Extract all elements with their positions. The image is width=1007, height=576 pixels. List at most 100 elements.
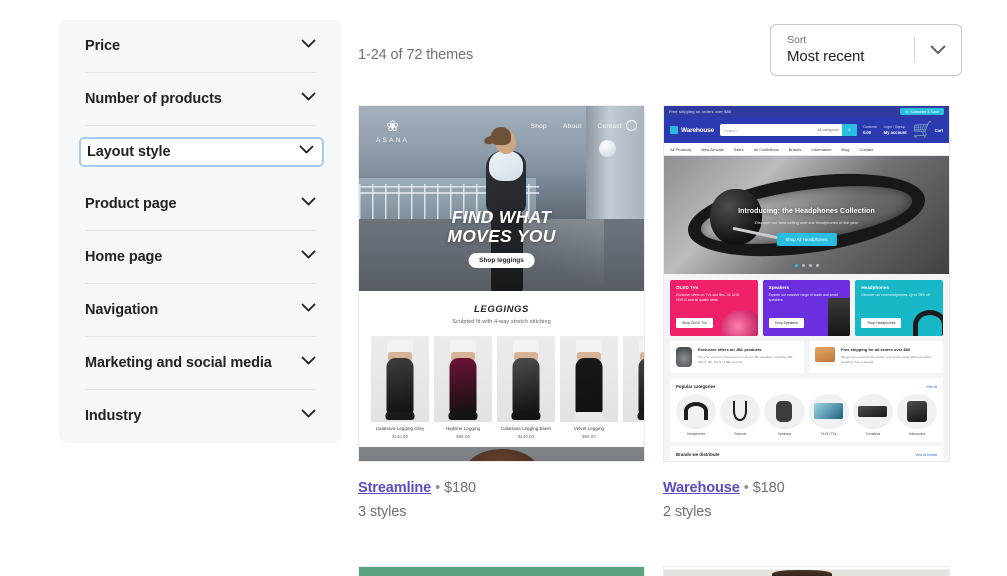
chevron-down-icon[interactable]: [301, 92, 316, 107]
theme-name-link[interactable]: Warehouse: [663, 480, 740, 496]
chevron-down-icon[interactable]: [301, 409, 316, 424]
carousel-dot-2[interactable]: [802, 264, 805, 267]
promo-tiles: OLED TVsExclusive offers on TVs and file…: [664, 274, 949, 336]
search-category-select[interactable]: All categories: [817, 128, 839, 132]
lotus-icon: ❀: [376, 120, 409, 134]
nav-item[interactable]: All Products: [670, 147, 691, 152]
carousel-dot-1[interactable]: [795, 264, 798, 267]
theme-name-link[interactable]: Streamline: [358, 480, 431, 496]
legging-silhouette: [387, 358, 414, 414]
nav-item-contact[interactable]: Contact: [597, 123, 622, 130]
chevron-down-icon[interactable]: [301, 197, 316, 212]
theme-preview-partial[interactable]: [663, 566, 950, 576]
tile-button[interactable]: Shop OLED TVs: [676, 318, 713, 328]
logo-mark-icon: [670, 126, 678, 134]
nav-item[interactable]: All Collections: [754, 147, 779, 152]
category-item[interactable]: Turntables: [853, 394, 893, 436]
filter-label: Number of products: [85, 92, 222, 107]
cart-icon[interactable]: [626, 120, 637, 131]
filter-row-navigation[interactable]: Navigation: [85, 284, 316, 337]
filter-row-product-page[interactable]: Product page: [85, 178, 316, 231]
product-card[interactable]: Calatrava Legging Grey$140.00: [371, 336, 429, 439]
chevron-down-icon[interactable]: [301, 303, 316, 318]
subscribe-label: Subscribe & Save: [910, 110, 939, 114]
nav-item-shop[interactable]: Shop: [531, 123, 547, 130]
filter-row-industry[interactable]: Industry: [85, 390, 316, 443]
legging-silhouette: [513, 358, 540, 414]
category-item[interactable]: Headphones: [676, 394, 716, 436]
sort-dropdown[interactable]: Sort Most recent: [770, 24, 962, 76]
headphone-earcup: [710, 189, 762, 245]
category-label: Speakers: [764, 429, 804, 436]
category-art: [684, 402, 708, 420]
theme-grid: ❀ ASANA Shop About Contact FIND WHAT MOV…: [358, 105, 950, 521]
chevron-down-icon[interactable]: [301, 356, 316, 371]
products-section-title: LEGGINGS: [359, 304, 644, 315]
subscribe-button[interactable]: ✉ Subscribe & Save: [900, 108, 944, 115]
filter-row-home-page[interactable]: Home page: [85, 231, 316, 284]
tile-button[interactable]: Shop Headphones: [861, 318, 901, 328]
nav-item[interactable]: Blog: [841, 147, 849, 152]
promo-tile[interactable]: HeadphonesDiscover our new headphones. U…: [855, 280, 943, 336]
search-icon[interactable]: ⌕: [842, 124, 857, 136]
product-image: [497, 336, 555, 422]
theme-store-page: Price Number of products Layout style Produ…: [0, 0, 1007, 576]
tile-button[interactable]: Shop Speakers: [769, 318, 804, 328]
streamline-hero: ❀ ASANA Shop About Contact FIND WHAT MOV…: [359, 106, 644, 291]
hero-cta-button[interactable]: Shop All Headphones: [776, 233, 836, 246]
filter-row-number-of-products[interactable]: Number of products: [85, 73, 316, 126]
model-shoes: [575, 412, 604, 420]
brands-view-all-link[interactable]: View all brands: [915, 453, 937, 457]
cart-label: Cart: [935, 128, 943, 133]
carousel-dot-3[interactable]: [809, 264, 812, 267]
theme-preview-warehouse[interactable]: Free shipping on orders over $80 ✉ Subsc…: [663, 105, 950, 462]
cart-button[interactable]: 🛒 Cart: [913, 120, 943, 140]
category-list: HeadphonesEarbuds Speakers OLED TVsTurntab…: [676, 389, 937, 436]
nav-item[interactable]: Sales: [734, 147, 744, 152]
mail-icon: ✉: [905, 110, 908, 114]
nav-item-about[interactable]: About: [563, 123, 582, 130]
results-count: 1-24 of 72 themes: [358, 47, 473, 63]
product-card[interactable]: Calatrava Legging Blush$140.00: [497, 336, 555, 439]
tile-title: OLED TVs: [676, 285, 752, 290]
model-shoes: [638, 412, 646, 420]
product-card[interactable]: Velvet Legging$69.00: [560, 336, 618, 439]
theme-card: Free shipping on orders over $80 ✉ Subsc…: [663, 105, 950, 521]
product-card[interactable]: Ta: [623, 336, 645, 439]
hero-cta-button[interactable]: Shop leggings: [468, 253, 535, 268]
category-item[interactable]: Earbuds: [720, 394, 760, 436]
chevron-down-icon[interactable]: [915, 45, 961, 56]
carousel-dot-4[interactable]: [816, 264, 819, 267]
chevron-down-icon[interactable]: [301, 39, 316, 54]
tile-text: Discover our new headphones. Up to 25% o…: [861, 293, 937, 298]
category-item[interactable]: OLED TVs: [809, 394, 849, 436]
nav-item[interactable]: Information: [811, 147, 831, 152]
product-name: Highline Legging: [434, 422, 492, 432]
currency-selector[interactable]: Customer 0.00: [863, 124, 878, 136]
chevron-down-icon[interactable]: [301, 250, 316, 265]
filter-row-layout-style[interactable]: Layout style: [79, 137, 324, 167]
nav-item[interactable]: New Arrivals: [701, 147, 723, 152]
filter-row-price[interactable]: Price: [85, 20, 316, 73]
product-card[interactable]: Highline Legging$95.00: [434, 336, 492, 439]
promo-title: Exclusive offers on JBL products: [698, 347, 798, 352]
theme-preview-partial[interactable]: [358, 566, 645, 576]
search-input[interactable]: Search... All categories ⌕: [720, 124, 857, 136]
search-placeholder: Search...: [724, 128, 740, 133]
filter-row-marketing-and-social-media[interactable]: Marketing and social media: [85, 337, 316, 390]
chevron-down-icon[interactable]: [299, 145, 314, 160]
model-shoes: [512, 412, 541, 420]
promo-tile[interactable]: SpeakersExplore our massive range of aud…: [763, 280, 851, 336]
category-item[interactable]: Speakers: [764, 394, 804, 436]
account-menu[interactable]: Login / Signup My account: [884, 124, 907, 136]
categories-title: Popular categories: [676, 384, 716, 389]
warehouse-logo[interactable]: Warehouse: [670, 126, 714, 134]
announcement-text: Free shipping on orders over $80: [669, 109, 731, 114]
carousel-dots[interactable]: [795, 264, 819, 267]
categories-view-all-link[interactable]: View all: [926, 385, 937, 389]
theme-preview-streamline[interactable]: ❀ ASANA Shop About Contact FIND WHAT MOV…: [358, 105, 645, 462]
category-item[interactable]: Subwoofers: [897, 394, 937, 436]
promo-tile[interactable]: OLED TVsExclusive offers on TVs and file…: [670, 280, 758, 336]
nav-item[interactable]: Brands: [789, 147, 802, 152]
nav-item[interactable]: Contact: [859, 147, 873, 152]
